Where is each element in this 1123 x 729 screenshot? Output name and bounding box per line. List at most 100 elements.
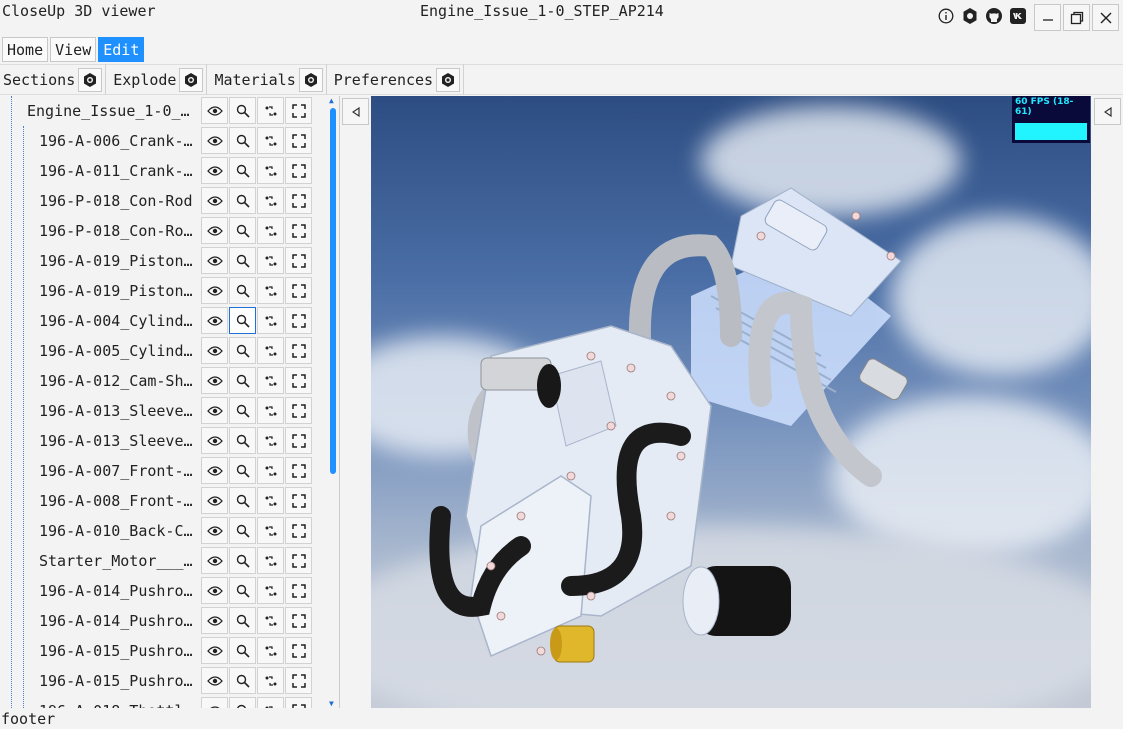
zoom-button[interactable] (229, 397, 256, 424)
eye-button[interactable] (201, 277, 228, 304)
fit-button[interactable] (285, 607, 312, 634)
tree-item-label[interactable]: Engine_Issue_1-0_… (27, 96, 199, 126)
tree-item-label[interactable]: 196-A-015_Pushro… (39, 666, 199, 696)
zoom-button[interactable] (229, 217, 256, 244)
zoom-button[interactable] (229, 97, 256, 124)
zoom-button[interactable] (229, 187, 256, 214)
tab-home[interactable]: Home (2, 37, 49, 62)
scroll-thumb[interactable] (330, 108, 336, 474)
explode-button[interactable] (257, 667, 284, 694)
explode-button[interactable] (257, 97, 284, 124)
zoom-button[interactable] (229, 337, 256, 364)
scroll-up-icon[interactable]: ▲ (329, 96, 334, 105)
3d-viewport[interactable]: 60 FPS (18-61) (371, 96, 1091, 708)
tree-row[interactable]: 196-A-013_Sleeve… (0, 396, 320, 426)
tree-row[interactable]: 196-A-015_Pushro… (0, 666, 320, 696)
eye-button[interactable] (201, 517, 228, 544)
tree-row[interactable]: 196-A-008_Front-… (0, 486, 320, 516)
zoom-button[interactable] (229, 157, 256, 184)
zoom-button[interactable] (229, 307, 256, 334)
tree-row[interactable]: 196-A-005_Cylind… (0, 336, 320, 366)
fit-button[interactable] (285, 247, 312, 274)
eye-button[interactable] (201, 367, 228, 394)
eye-button[interactable] (201, 697, 228, 708)
tree-row[interactable]: 196-P-018_Con-Rod (0, 186, 320, 216)
tree-row[interactable]: 196-A-012_Cam-Sh… (0, 366, 320, 396)
eye-button[interactable] (201, 97, 228, 124)
fit-button[interactable] (285, 667, 312, 694)
tree-item-label[interactable]: 196-A-013_Sleeve… (39, 396, 199, 426)
tree-scrollbar[interactable]: ▲ ▼ (327, 96, 339, 708)
tree-row[interactable]: 196-A-007_Front-… (0, 456, 320, 486)
eye-button[interactable] (201, 547, 228, 574)
github-icon[interactable] (984, 6, 1004, 26)
collapse-left-button[interactable] (342, 98, 369, 125)
eye-button[interactable] (201, 427, 228, 454)
tab-view[interactable]: View (50, 37, 97, 62)
fit-button[interactable] (285, 637, 312, 664)
vk-icon[interactable] (1008, 6, 1028, 26)
fit-button[interactable] (285, 457, 312, 484)
tree-item-label[interactable]: 196-P-018_Con-Ro… (39, 216, 199, 246)
eye-button[interactable] (201, 157, 228, 184)
eye-button[interactable] (201, 337, 228, 364)
explode-settings-button[interactable] (179, 67, 204, 92)
zoom-button[interactable] (229, 607, 256, 634)
tree-row[interactable]: 196-A-019_Piston… (0, 276, 320, 306)
close-icon[interactable] (1092, 4, 1119, 31)
explode-button[interactable] (257, 487, 284, 514)
fit-button[interactable] (285, 277, 312, 304)
fit-button[interactable] (285, 217, 312, 244)
sections-settings-button[interactable] (78, 67, 103, 92)
eye-button[interactable] (201, 577, 228, 604)
tree-item-label[interactable]: 196-A-007_Front-… (39, 456, 199, 486)
collapse-right-button[interactable] (1094, 98, 1121, 125)
tree-row[interactable]: 196-A-014_Pushro… (0, 576, 320, 606)
explode-button[interactable] (257, 157, 284, 184)
explode-button[interactable] (257, 397, 284, 424)
explode-button[interactable] (257, 307, 284, 334)
tree-row[interactable]: 196-A-014_Pushro… (0, 606, 320, 636)
explode-button[interactable] (257, 187, 284, 214)
eye-button[interactable] (201, 607, 228, 634)
fit-button[interactable] (285, 427, 312, 454)
explode-button[interactable] (257, 637, 284, 664)
tree-item-label[interactable]: 196-A-011_Crank-… (39, 156, 199, 186)
scroll-down-icon[interactable]: ▼ (329, 699, 334, 708)
fit-button[interactable] (285, 487, 312, 514)
zoom-button[interactable] (229, 457, 256, 484)
eye-button[interactable] (201, 127, 228, 154)
explode-button[interactable] (257, 127, 284, 154)
tree-item-label[interactable]: 196-A-019_Piston… (39, 246, 199, 276)
tab-edit[interactable]: Edit (98, 37, 145, 62)
tree-item-label[interactable]: Starter_Motor___… (39, 546, 199, 576)
tree-row[interactable]: 196-A-004_Cylind… (0, 306, 320, 336)
fit-button[interactable] (285, 397, 312, 424)
tree-item-label[interactable]: 196-P-018_Con-Rod (39, 186, 199, 216)
explode-button[interactable] (257, 247, 284, 274)
fit-button[interactable] (285, 517, 312, 544)
tree-item-label[interactable]: 196-A-010_Back-C… (39, 516, 199, 546)
preferences-settings-button[interactable] (436, 67, 461, 92)
zoom-button[interactable] (229, 127, 256, 154)
tree-item-label[interactable]: 196-A-018_Thottl (39, 696, 199, 708)
tree-row[interactable]: 196-A-018_Thottl (0, 696, 320, 708)
zoom-button[interactable] (229, 577, 256, 604)
fit-button[interactable] (285, 157, 312, 184)
eye-button[interactable] (201, 637, 228, 664)
fit-button[interactable] (285, 577, 312, 604)
tree-row[interactable]: 196-A-013_Sleeve… (0, 426, 320, 456)
tree-item-label[interactable]: 196-A-015_Pushro… (39, 636, 199, 666)
tree-item-label[interactable]: 196-A-005_Cylind… (39, 336, 199, 366)
zoom-button[interactable] (229, 427, 256, 454)
materials-settings-button[interactable] (298, 67, 323, 92)
info-icon[interactable] (936, 6, 956, 26)
fit-button[interactable] (285, 547, 312, 574)
tree-item-label[interactable]: 196-A-012_Cam-Sh… (39, 366, 199, 396)
gear-icon[interactable] (960, 6, 980, 26)
tree-row[interactable]: 196-A-006_Crank-… (0, 126, 320, 156)
fit-button[interactable] (285, 307, 312, 334)
explode-button[interactable] (257, 517, 284, 544)
zoom-button[interactable] (229, 367, 256, 394)
tree-item-label[interactable]: 196-A-014_Pushro… (39, 576, 199, 606)
